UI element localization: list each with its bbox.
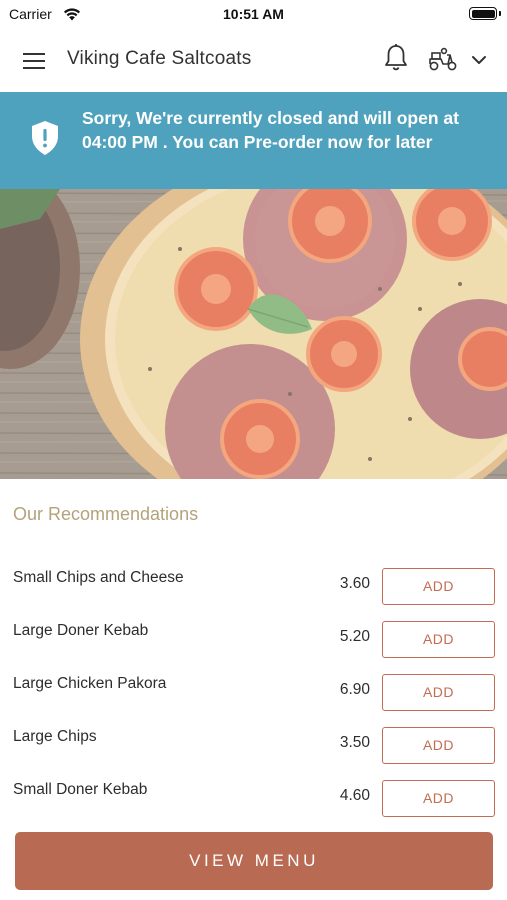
chevron-down-icon (472, 56, 486, 64)
item-price: 6.90 (339, 681, 370, 698)
view-menu-button[interactable]: VIEW MENU (15, 832, 493, 890)
page-title: Viking Cafe Saltcoats (67, 48, 252, 69)
list-item: Small Doner Kebab 4.60 ADD (0, 768, 507, 821)
item-price: 3.50 (339, 734, 370, 751)
item-price: 4.60 (339, 787, 370, 804)
add-button[interactable]: ADD (382, 674, 495, 711)
status-bar: Carrier 10:51 AM (0, 0, 507, 28)
item-name: Small Doner Kebab (13, 781, 148, 798)
app-header: Viking Cafe Saltcoats (0, 30, 507, 92)
shield-alert-icon (32, 121, 58, 155)
add-button[interactable]: ADD (382, 568, 495, 605)
item-price: 3.60 (339, 575, 370, 592)
list-item: Large Chips 3.50 ADD (0, 715, 507, 768)
item-name: Large Chicken Pakora (13, 675, 167, 692)
recommendations-heading: Our Recommendations (13, 504, 199, 524)
list-item: Large Chicken Pakora 6.90 ADD (0, 662, 507, 715)
closed-notice-banner: Sorry, We're currently closed and will o… (0, 92, 507, 189)
list-item: Large Doner Kebab 5.20 ADD (0, 609, 507, 662)
hamburger-menu-icon (23, 53, 45, 69)
add-button[interactable]: ADD (382, 780, 495, 817)
item-name: Large Chips (13, 728, 97, 745)
hero-image (0, 189, 507, 479)
order-type-dropdown[interactable] (424, 44, 494, 76)
add-button[interactable]: ADD (382, 621, 495, 658)
bell-icon (385, 44, 407, 71)
closed-message: Sorry, We're currently closed and will o… (82, 108, 459, 152)
item-name: Large Doner Kebab (13, 622, 149, 639)
scooter-icon (429, 47, 457, 71)
item-name: Small Chips and Cheese (13, 569, 184, 586)
clock: 10:51 AM (223, 6, 284, 22)
list-item: Small Chips and Cheese 3.60 ADD (0, 556, 507, 609)
hamburger-menu-button[interactable] (18, 48, 50, 74)
battery-cap (498, 11, 501, 16)
add-button[interactable]: ADD (382, 727, 495, 764)
notifications-button[interactable] (383, 43, 413, 75)
item-price: 5.20 (339, 628, 370, 645)
pizza-photo (0, 189, 507, 479)
battery-icon (469, 7, 497, 20)
